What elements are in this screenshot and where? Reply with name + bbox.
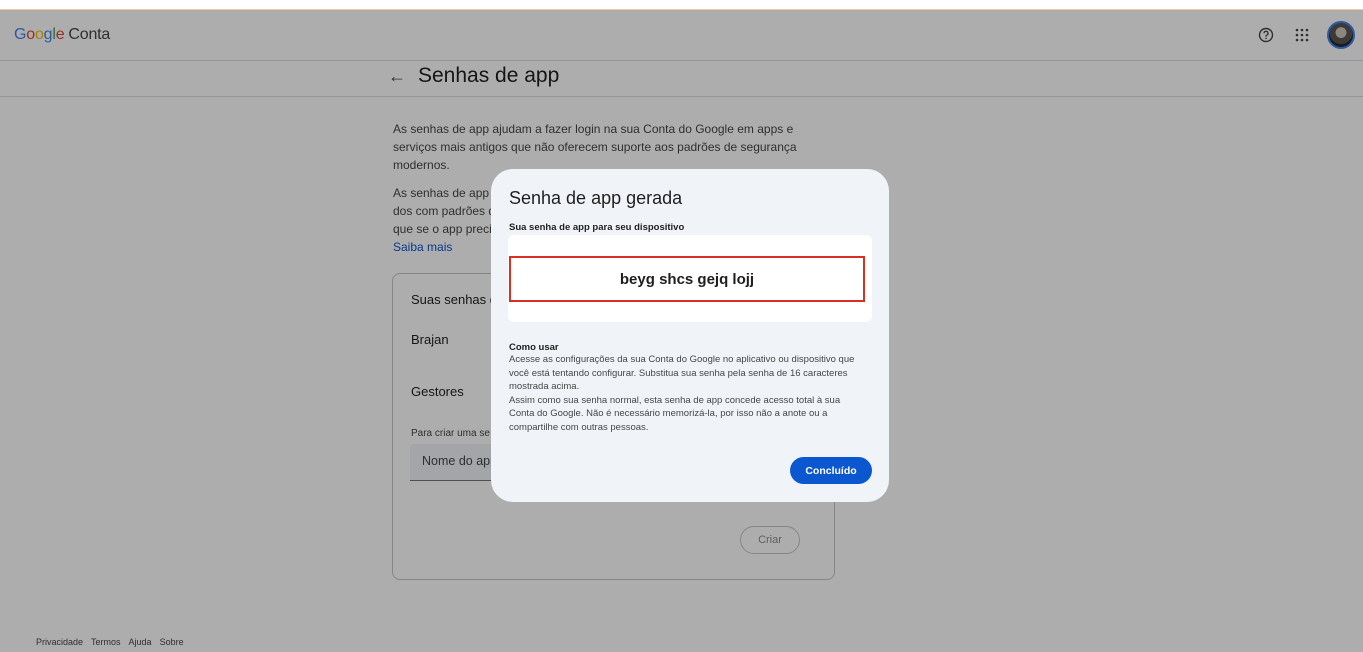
password-container: beyg shcs gejq lojj (508, 235, 872, 322)
dialog-subtitle: Sua senha de app para seu dispositivo (509, 222, 685, 233)
how-to-use-paragraph-1: Acesse as configurações da sua Conta do … (509, 354, 855, 392)
how-to-use-paragraph-2: Assim como sua senha normal, esta senha … (509, 394, 841, 433)
how-to-use-title: Como usar (509, 342, 559, 353)
dialog-title: Senha de app gerada (509, 188, 683, 208)
how-to-use-text: Acesse as configurações da sua Conta do … (509, 353, 865, 434)
done-button[interactable]: Concluído (790, 457, 872, 484)
window-top-edge (0, 0, 1363, 10)
generated-password[interactable]: beyg shcs gejq lojj (509, 256, 865, 302)
generated-password-dialog: Senha de app gerada Sua senha de app par… (491, 169, 889, 502)
